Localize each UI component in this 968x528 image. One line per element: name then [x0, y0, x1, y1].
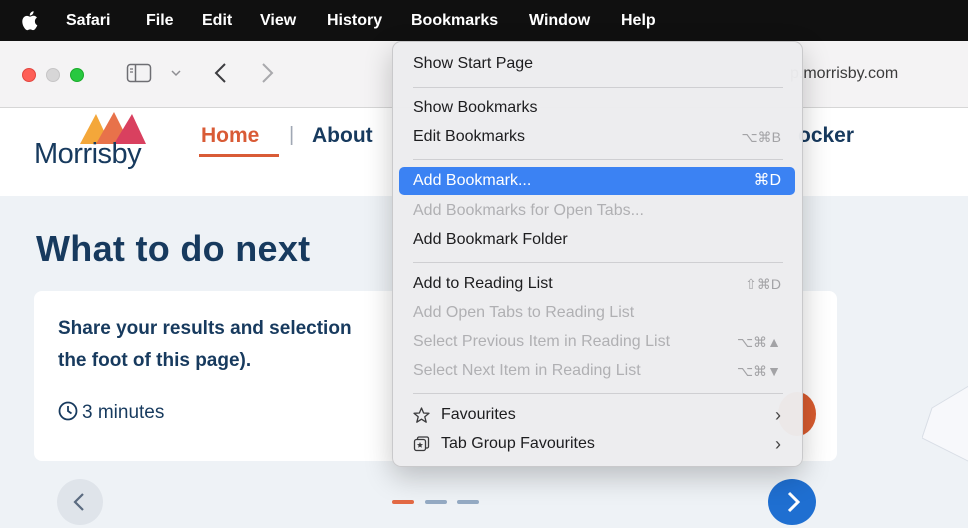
- tab-group-icon: [413, 436, 430, 452]
- menu-file[interactable]: File: [146, 0, 174, 41]
- menu-item-edit-bookmarks[interactable]: Edit Bookmarks ⌥⌘B: [399, 123, 795, 151]
- menu-item-label: Add to Reading List: [413, 275, 553, 292]
- menu-view[interactable]: View: [260, 0, 296, 41]
- menu-item-add-bookmark[interactable]: Add Bookmark... ⌘D: [399, 167, 795, 195]
- menu-item-add-to-reading-list[interactable]: Add to Reading List ⇧⌘D: [399, 270, 795, 298]
- sidebar-icon[interactable]: [126, 62, 152, 84]
- duration-text: 3 minutes: [82, 402, 165, 423]
- menu-item-label: Select Previous Item in Reading List: [413, 333, 671, 350]
- menu-item-shortcut: ⇧⌘D: [745, 276, 781, 292]
- menu-separator: [413, 159, 783, 160]
- menu-item-label: Favourites: [441, 406, 516, 423]
- menu-item-tab-group-favourites[interactable]: Tab Group Favourites ›: [399, 430, 795, 458]
- menu-item-label: Tab Group Favourites: [441, 435, 595, 452]
- submenu-arrow-icon: ›: [775, 434, 781, 454]
- nav-about-link[interactable]: About: [312, 124, 373, 148]
- submenu-arrow-icon: ›: [775, 405, 781, 425]
- menu-item-label: Edit Bookmarks: [413, 128, 526, 145]
- menu-item-favourites[interactable]: Favourites ›: [399, 401, 795, 429]
- menu-help[interactable]: Help: [621, 0, 656, 41]
- carousel-prev-button[interactable]: [57, 479, 103, 525]
- carousel-dot-active[interactable]: [392, 500, 414, 504]
- menu-item-label: Show Bookmarks: [413, 99, 538, 116]
- decorative-shape: [922, 385, 968, 462]
- close-window-button[interactable]: [22, 68, 36, 82]
- carousel-next-button[interactable]: [768, 479, 816, 525]
- card-text-line-1: Share your results and selection: [58, 318, 352, 339]
- address-bar[interactable]: p.morrisby.com: [790, 56, 958, 92]
- card-description: Share your results and selection the foo…: [58, 313, 398, 377]
- nav-home-link[interactable]: Home: [201, 124, 259, 148]
- menu-item-label: Show Start Page: [413, 55, 534, 72]
- card-duration: 3 minutes: [58, 401, 164, 424]
- chevron-left-icon: [73, 493, 84, 511]
- nav-separator: |: [289, 124, 295, 146]
- menu-separator: [413, 87, 783, 88]
- carousel-dot[interactable]: [425, 500, 447, 504]
- menu-item-label: Add Bookmark...: [413, 172, 532, 189]
- carousel-dot[interactable]: [457, 500, 479, 504]
- chevron-down-icon[interactable]: [170, 68, 182, 78]
- nav-locker-link[interactable]: ocker: [798, 124, 854, 148]
- menu-item-label: Select Next Item in Reading List: [413, 362, 641, 379]
- menu-history[interactable]: History: [327, 0, 382, 41]
- menu-edit[interactable]: Edit: [202, 0, 232, 41]
- macos-menu-bar: Safari File Edit View History Bookmarks …: [0, 0, 968, 41]
- menu-item-shortcut: ⌥⌘▼: [737, 363, 781, 379]
- menu-item-show-bookmarks[interactable]: Show Bookmarks: [399, 94, 795, 122]
- menu-item-label: Add Open Tabs to Reading List: [413, 304, 635, 321]
- card-text-line-2: the foot of this page).: [58, 350, 252, 371]
- menu-item-shortcut: ⌥⌘▲: [737, 334, 781, 350]
- chevron-right-icon: [787, 491, 801, 513]
- bookmarks-menu: Show Start Page Show Bookmarks Edit Book…: [392, 41, 803, 467]
- menu-separator: [413, 262, 783, 263]
- clock-icon: [58, 401, 78, 421]
- apple-logo-icon[interactable]: [20, 10, 38, 31]
- forward-arrow-icon[interactable]: [258, 60, 276, 86]
- menu-separator: [413, 393, 783, 394]
- nav-active-underline: [199, 154, 279, 157]
- zoom-window-button[interactable]: [70, 68, 84, 82]
- menu-item-select-previous-reading: Select Previous Item in Reading List ⌥⌘▲: [399, 328, 795, 356]
- menu-safari[interactable]: Safari: [66, 0, 110, 41]
- menu-window[interactable]: Window: [529, 0, 590, 41]
- menu-item-label: Add Bookmarks for Open Tabs...: [413, 202, 644, 219]
- menu-bookmarks[interactable]: Bookmarks: [396, 0, 513, 41]
- menu-item-select-next-reading: Select Next Item in Reading List ⌥⌘▼: [399, 357, 795, 385]
- menu-item-shortcut: ⌥⌘B: [741, 129, 781, 145]
- star-icon: [413, 407, 430, 423]
- back-arrow-icon[interactable]: [212, 60, 230, 86]
- menu-item-show-start-page[interactable]: Show Start Page: [399, 50, 795, 78]
- menu-item-shortcut: ⌘D: [753, 172, 781, 189]
- menu-item-add-bookmarks-open-tabs: Add Bookmarks for Open Tabs...: [399, 197, 795, 225]
- logo-text: Morrisby: [34, 138, 142, 170]
- menu-item-add-open-tabs-reading-list: Add Open Tabs to Reading List: [399, 299, 795, 327]
- page-title: What to do next: [36, 228, 311, 269]
- menu-item-label: Add Bookmark Folder: [413, 231, 568, 248]
- minimize-window-button[interactable]: [46, 68, 60, 82]
- menu-item-add-bookmark-folder[interactable]: Add Bookmark Folder: [399, 226, 795, 254]
